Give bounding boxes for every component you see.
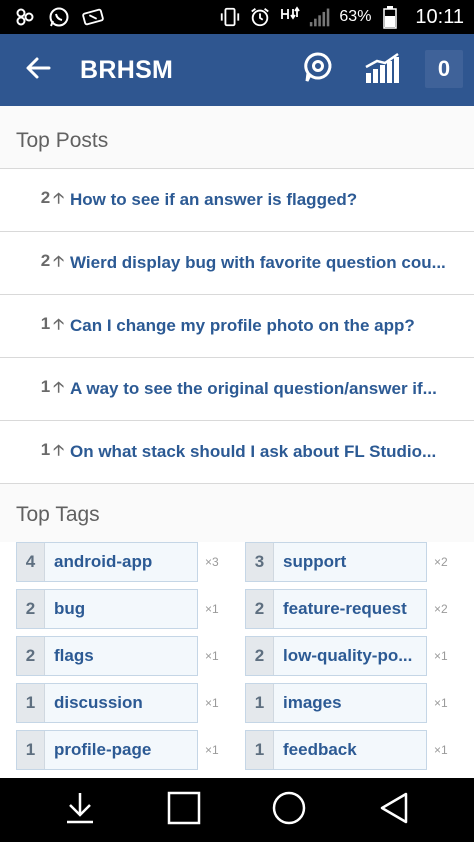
tag-count: 2 (17, 637, 45, 675)
main-content: Top Posts 2 🡡 How to see if an answer is … (0, 106, 474, 778)
system-nav-bar (0, 778, 474, 842)
post-row[interactable]: 1 🡡 A way to see the original question/an… (0, 358, 474, 421)
tag-multiplier: ×1 (205, 602, 219, 616)
signal-icon (309, 6, 331, 28)
tag-name: low-quality-po... (274, 637, 426, 675)
post-row[interactable]: 2 🡡 Wierd display bug with favorite quest… (0, 232, 474, 295)
tag-name: feature-request (274, 590, 426, 628)
tag-name: support (274, 543, 426, 581)
alarm-icon (249, 6, 271, 28)
post-score: 2 (40, 187, 51, 207)
tag-multiplier: ×3 (205, 555, 219, 569)
post-score: 1 (40, 313, 51, 333)
recents-button[interactable] (162, 790, 206, 830)
post-title[interactable]: How to see if an answer is flagged? (70, 190, 474, 210)
tag-count: 2 (246, 590, 274, 628)
whatsapp-icon (48, 6, 70, 28)
tag-count: 2 (246, 637, 274, 675)
tag-chip[interactable]: 2 low-quality-po... (245, 636, 427, 676)
tag-chip[interactable]: 1 feedback (245, 730, 427, 770)
back-nav-button[interactable] (372, 790, 416, 830)
recents-square-icon (167, 791, 201, 830)
back-button[interactable] (18, 50, 58, 90)
tag-chip[interactable]: 1 discussion (16, 683, 198, 723)
top-posts-header: Top Posts (0, 106, 474, 169)
vibrate-icon (219, 6, 241, 28)
download-nav-button[interactable] (58, 790, 102, 830)
tag-count: 1 (17, 731, 45, 769)
tag-multiplier: ×1 (205, 743, 219, 757)
back-triangle-icon (378, 791, 410, 830)
tag-count: 1 (246, 731, 274, 769)
post-score: 1 (40, 376, 51, 396)
tag-multiplier: ×1 (434, 743, 448, 757)
top-tags-header: Top Tags (0, 484, 474, 542)
stats-chart-icon (363, 51, 401, 90)
tag-chip[interactable]: 2 flags (16, 636, 198, 676)
home-circle-icon (271, 790, 307, 831)
battery-percent: 63% (339, 8, 372, 25)
notification-badge[interactable]: 0 (425, 50, 463, 88)
tag-name: images (274, 684, 426, 722)
tag-name: bug (45, 590, 197, 628)
page-title: BRHSM (80, 56, 174, 84)
tag-multiplier: ×2 (434, 602, 448, 616)
post-title[interactable]: A way to see the original question/answe… (70, 379, 474, 399)
clock: 10:11 (415, 5, 464, 28)
upvote-arrow-icon: 🡡 (53, 378, 64, 396)
app-icon (14, 6, 36, 28)
tag-multiplier: ×1 (434, 649, 448, 663)
post-row[interactable]: 2 🡡 How to see if an answer is flagged? (0, 169, 474, 232)
tag-name: feedback (274, 731, 426, 769)
home-button[interactable] (267, 790, 311, 830)
upvote-arrow-icon: 🡡 (53, 252, 64, 270)
tag-chip[interactable]: 1 profile-page (16, 730, 198, 770)
tag-multiplier: ×1 (434, 696, 448, 710)
upvote-arrow-icon: 🡡 (53, 189, 64, 207)
post-row[interactable]: 1 🡡 Can I change my profile photo on the … (0, 295, 474, 358)
tag-name: profile-page (45, 731, 197, 769)
tag-chip[interactable]: 2 feature-request (245, 589, 427, 629)
location-button[interactable] (296, 48, 340, 92)
battery-icon (379, 6, 401, 29)
post-title[interactable]: On what stack should I ask about FL Stud… (70, 442, 474, 462)
ticket-icon (82, 6, 104, 28)
tag-name: flags (45, 637, 197, 675)
post-title[interactable]: Wierd display bug with favorite question… (70, 253, 474, 273)
tag-count: 1 (17, 684, 45, 722)
upvote-arrow-icon: 🡡 (53, 315, 64, 333)
back-arrow-icon (25, 56, 51, 85)
post-score: 1 (40, 439, 51, 459)
post-title[interactable]: Can I change my profile photo on the app… (70, 316, 474, 336)
tag-chip[interactable]: 4 android-app (16, 542, 198, 582)
stats-button[interactable] (360, 48, 404, 92)
app-bar: BRHSM 0 (0, 34, 474, 106)
upvote-arrow-icon: 🡡 (53, 441, 64, 459)
tag-count: 1 (246, 684, 274, 722)
tag-name: discussion (45, 684, 197, 722)
tag-chip[interactable]: 3 support (245, 542, 427, 582)
tag-name: android-app (45, 543, 197, 581)
tags-grid: 4 android-app ×3 3 support ×2 2 bug ×1 2… (0, 542, 474, 778)
data-icon (279, 6, 301, 28)
tag-chip[interactable]: 2 bug (16, 589, 198, 629)
tag-count: 4 (17, 543, 45, 581)
download-icon (64, 791, 96, 830)
tag-count: 2 (17, 590, 45, 628)
tag-multiplier: ×2 (434, 555, 448, 569)
status-bar: 63% 10:11 (0, 0, 474, 34)
tag-count: 3 (246, 543, 274, 581)
tag-multiplier: ×1 (205, 649, 219, 663)
tag-chip[interactable]: 1 images (245, 683, 427, 723)
post-row[interactable]: 1 🡡 On what stack should I ask about FL S… (0, 421, 474, 484)
post-score: 2 (40, 250, 51, 270)
tag-multiplier: ×1 (205, 696, 219, 710)
location-icon (301, 51, 335, 90)
